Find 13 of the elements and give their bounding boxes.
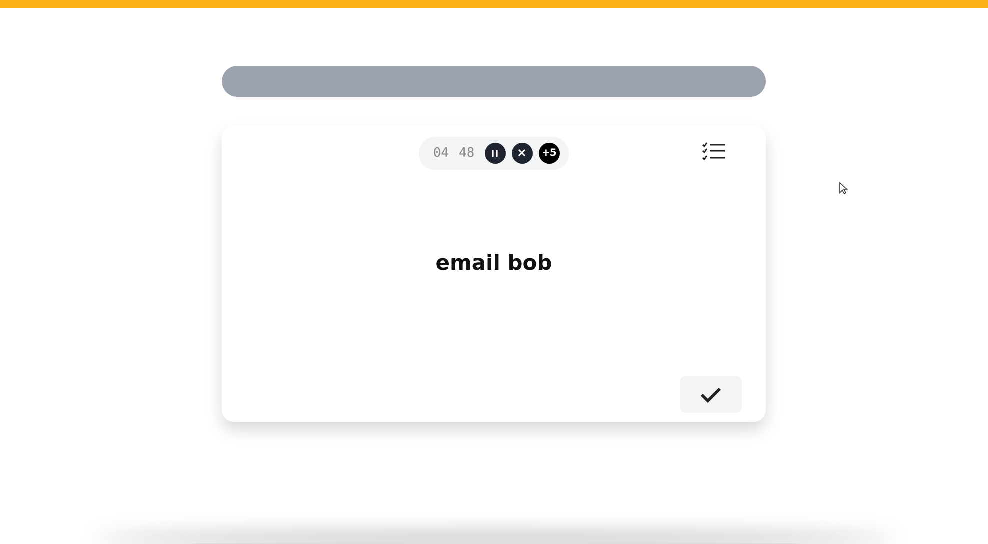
close-icon <box>518 149 526 157</box>
complete-button[interactable] <box>680 376 742 413</box>
checklist-icon <box>702 141 726 163</box>
close-button[interactable] <box>512 142 533 164</box>
timer-seconds: 48 <box>459 146 475 160</box>
checkmark-icon <box>700 386 722 402</box>
pause-button[interactable] <box>484 142 506 164</box>
timer-minutes: 04 <box>433 146 449 160</box>
checklist-button[interactable] <box>702 141 726 163</box>
task-title: email bob <box>436 251 552 275</box>
add-time-button[interactable]: +5 <box>538 142 560 164</box>
pause-icon <box>491 148 500 158</box>
cursor-icon <box>839 182 848 195</box>
